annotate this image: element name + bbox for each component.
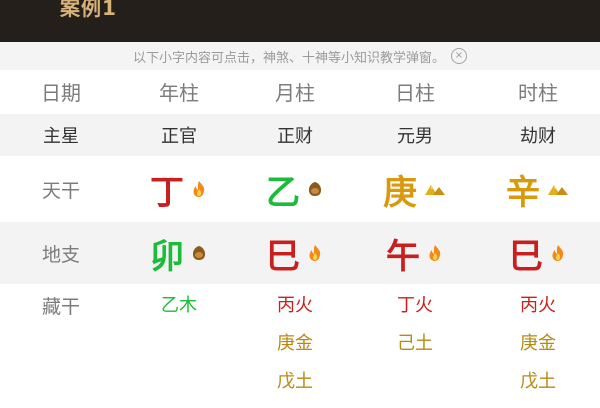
earth-icon: [306, 180, 324, 198]
row-label-main-star: 主星: [43, 126, 79, 147]
hidden-stem-item[interactable]: 乙木: [161, 294, 197, 332]
stem-hour[interactable]: 辛: [476, 158, 600, 220]
col-header-month: 月柱: [275, 80, 315, 105]
stem-year-char: 丁: [150, 172, 184, 213]
branch-year-char: 卯: [150, 236, 184, 277]
hidden-stem-item[interactable]: 丙火: [520, 294, 556, 332]
row-label-earthly-branch: 地支: [41, 243, 80, 266]
col-header-hour: 时柱: [518, 80, 558, 105]
branch-month-char: 巳: [266, 236, 300, 277]
row-label-date: 日期: [41, 80, 81, 105]
gold-icon: [423, 180, 447, 198]
table-header-row: 日期 年柱 月柱 日柱 时柱: [0, 70, 600, 112]
branch-hour[interactable]: 巳: [476, 222, 600, 284]
notice-text: 以下小字内容可点击，神煞、十神等小知识教学弹窗。: [132, 50, 445, 66]
hidden-stem-item[interactable]: 己土: [397, 332, 433, 370]
hidden-stem-year: 乙木: [122, 286, 236, 332]
branch-month[interactable]: 巳: [236, 222, 354, 284]
main-star-hour[interactable]: 劫财: [476, 114, 600, 156]
hidden-stem-day: 丁火 己土: [354, 286, 476, 370]
hidden-stem-month: 丙火 庚金 戊土: [236, 286, 354, 408]
table-row-heavenly-stem: 天干 丁 乙 庚 辛: [0, 158, 600, 220]
main-star-month[interactable]: 正财: [236, 114, 354, 156]
branch-day-char: 午: [386, 236, 420, 277]
stem-month-char: 乙: [266, 172, 300, 213]
branch-year[interactable]: 卯: [122, 222, 236, 284]
table-row-main-star: 主星 正官 正财 元男 劫财: [0, 114, 600, 156]
close-icon[interactable]: ×: [451, 48, 467, 64]
hidden-stem-item[interactable]: 丙火: [277, 294, 313, 332]
main-star-year[interactable]: 正官: [122, 114, 236, 156]
fire-icon: [190, 180, 208, 198]
branch-hour-char: 巳: [509, 236, 543, 277]
row-label-heavenly-stem: 天干: [41, 179, 80, 202]
hidden-stem-item[interactable]: 戊土: [520, 370, 556, 408]
stem-year[interactable]: 丁: [122, 158, 236, 220]
branch-day[interactable]: 午: [354, 222, 476, 284]
gold-icon: [546, 180, 570, 198]
stem-month[interactable]: 乙: [236, 158, 354, 220]
fire-icon: [549, 244, 567, 262]
earth-icon: [190, 244, 208, 262]
col-header-day: 日柱: [395, 80, 435, 105]
stem-day-char: 庚: [383, 172, 417, 213]
top-banner: 案例1: [0, 0, 600, 42]
hidden-stem-item[interactable]: 庚金: [277, 332, 313, 370]
stem-hour-char: 辛: [506, 172, 540, 213]
notice-bar[interactable]: 以下小字内容可点击，神煞、十神等小知识教学弹窗。 ×: [0, 42, 600, 70]
row-label-hidden-stem: 藏干: [41, 296, 80, 318]
fire-icon: [306, 244, 324, 262]
table-row-hidden-stem: 藏干 乙木 丙火 庚金 戊土 丁火 己土 丙火 庚金 戊土: [0, 286, 600, 406]
hidden-stem-hour: 丙火 庚金 戊土: [476, 286, 600, 408]
bazi-table: 日期 年柱 月柱 日柱 时柱 主星 正官 正财 元男 劫财 天干 丁 乙 庚 辛…: [0, 70, 600, 400]
hidden-stem-item[interactable]: 丁火: [397, 294, 433, 332]
hidden-stem-item[interactable]: 庚金: [520, 332, 556, 370]
col-header-year: 年柱: [159, 80, 199, 105]
main-star-day[interactable]: 元男: [354, 114, 476, 156]
fire-icon: [426, 244, 444, 262]
hidden-stem-item[interactable]: 戊土: [277, 370, 313, 408]
table-row-earthly-branch: 地支 卯 巳 午 巳: [0, 222, 600, 284]
stem-day[interactable]: 庚: [354, 158, 476, 220]
banner-title: 案例1: [60, 0, 117, 20]
